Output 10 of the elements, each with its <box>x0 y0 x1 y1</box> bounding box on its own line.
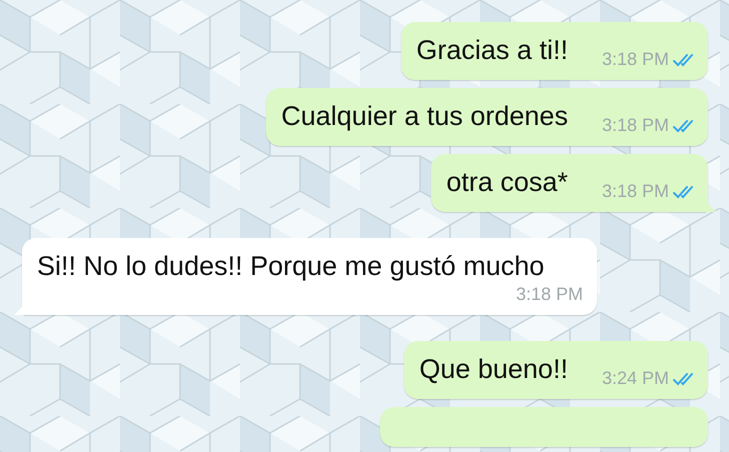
message-text: Gracias a ti!! <box>416 34 568 67</box>
message-text: Si!! No lo dudes!! Porque me gustó mucho <box>37 250 544 283</box>
message-time: 3:24 PM <box>602 368 669 389</box>
message-text: otra cosa* <box>446 166 568 199</box>
message-text: Cualquier a tus ordenes <box>281 100 568 133</box>
message-time: 3:18 PM <box>602 181 669 202</box>
message-time: 3:18 PM <box>602 115 669 136</box>
message-time: 3:18 PM <box>516 284 583 305</box>
message-time: 3:18 PM <box>602 49 669 70</box>
message-text: Que bueno!! <box>419 353 568 386</box>
